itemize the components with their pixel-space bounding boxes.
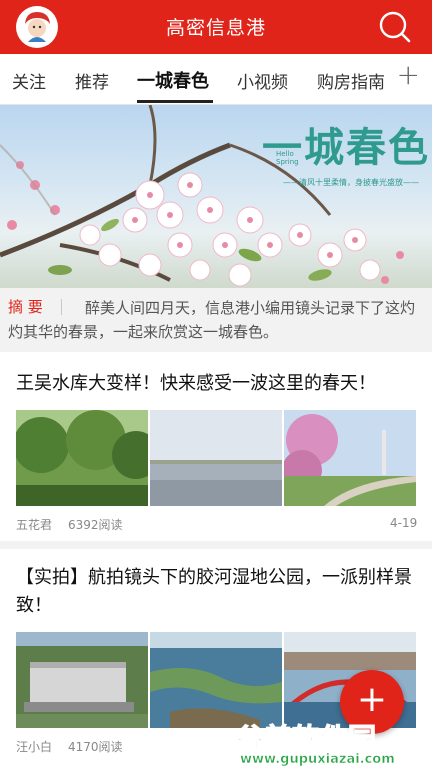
svg-text:谷普软件园: 谷普软件园 (236, 722, 376, 755)
summary-label: 摘 要 (8, 298, 43, 316)
channel-tabs: 关注 推荐 一城春色 小视频 购房指南 + (0, 54, 432, 105)
article-author: 五花君 (16, 518, 53, 532)
topic-banner[interactable]: 一城春色 Hello Spring ——清风十里柔情，身披春光盛放—— (0, 105, 432, 288)
banner-subtitle: ——清风十里柔情，身披春光盛放—— (283, 178, 419, 187)
svg-text:www.gupuxiazai.com: www.gupuxiazai.com (240, 752, 395, 766)
summary-text: 醉美人间四月天，信息港小编用镜头记录下了这灼灼其华的春景，一起来欣赏这一城春色。 (8, 299, 416, 341)
article-title[interactable]: 王吴水库大变样！快来感受一波这里的春天！ (16, 370, 416, 398)
topic-summary: 醉美人间四月天，信息港小编用镜头记录下了这灼灼其华的春景，一起来欣赏这一城春色。… (0, 288, 432, 352)
article-thumbnail[interactable] (150, 410, 282, 506)
banner-english-text: Hello Spring (276, 150, 299, 166)
tab-spring-city[interactable]: 一城春色 (137, 67, 209, 93)
article-date: 4-19 (390, 516, 418, 530)
article-thumbnail[interactable] (284, 410, 416, 506)
article-read-count: 4170阅读 (68, 740, 123, 754)
card-divider (0, 541, 432, 549)
article-thumbnail[interactable] (16, 410, 148, 506)
app-header: 高密信息港 (0, 0, 432, 54)
site-watermark: 谷普软件园 www.gupuxiazai.com (232, 721, 428, 767)
tab-follow[interactable]: 关注 (12, 68, 46, 93)
article-thumbnail[interactable] (16, 632, 148, 728)
summary-divider (61, 299, 62, 315)
add-channel-icon[interactable]: + (397, 61, 420, 89)
article-author: 汪小白 (16, 740, 53, 754)
tab-house-guide[interactable]: 购房指南 (317, 68, 385, 93)
tab-recommend[interactable]: 推荐 (75, 68, 109, 93)
plus-icon: + (356, 679, 388, 720)
article-thumbnail[interactable] (150, 632, 282, 728)
active-tab-indicator (137, 100, 213, 103)
tab-short-video[interactable]: 小视频 (237, 68, 288, 93)
article-title[interactable]: 【实拍】航拍镜头下的胶河湿地公园，一派别样景致！ (16, 564, 416, 620)
app-title: 高密信息港 (165, 17, 266, 39)
article-read-count: 6392阅读 (68, 518, 123, 532)
search-icon[interactable] (378, 10, 412, 44)
